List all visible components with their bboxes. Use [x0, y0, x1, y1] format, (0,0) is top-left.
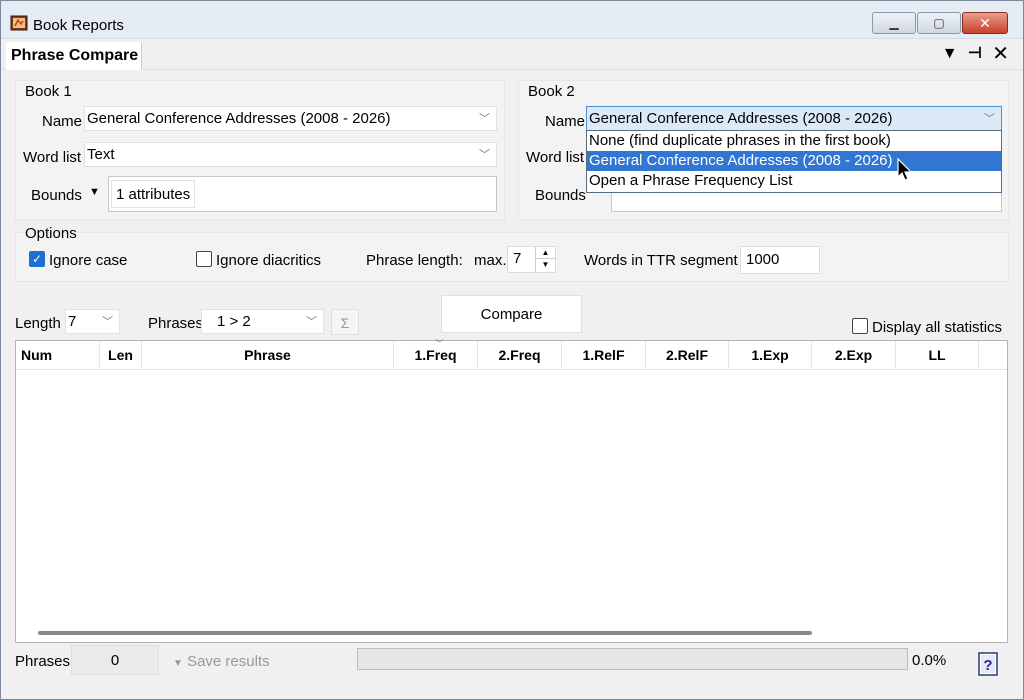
book1-group-label: Book 1: [25, 83, 72, 100]
compare-button[interactable]: Compare: [441, 295, 582, 333]
pin-icon[interactable]: ⊣: [968, 44, 983, 64]
phrases-count: 0: [71, 645, 159, 675]
dropdown-triangle-icon: ▼: [173, 658, 183, 669]
save-results-button[interactable]: ▼ Save results: [173, 653, 270, 670]
max-length-stepper[interactable]: 7 ▲ ▼: [507, 246, 556, 273]
book1-name-value: General Conference Addresses (2008 - 202…: [87, 110, 391, 127]
book2-name-dropdown-list: None (find duplicate phrases in the firs…: [586, 130, 1002, 193]
book1-wordlist-label: Word list: [23, 149, 82, 166]
save-results-label: Save results: [187, 653, 270, 670]
ttr-label: Words in TTR segment: [584, 252, 738, 269]
mouse-cursor-icon: [897, 158, 913, 181]
book1-bounds-box[interactable]: 1 attributes: [108, 176, 497, 212]
book2-name-label: Name: [545, 113, 586, 130]
book2-name-combo[interactable]: General Conference Addresses (2008 - 202…: [586, 106, 1002, 131]
stepper-up-icon[interactable]: ▲: [536, 247, 555, 259]
phrases-combo[interactable]: 1 > 2 ﹀: [201, 309, 324, 334]
help-icon[interactable]: ?: [977, 651, 999, 677]
book1-wordlist-value: Text: [87, 146, 115, 163]
display-all-checkbox[interactable]: [852, 318, 868, 334]
book1-name-label: Name: [42, 113, 83, 130]
tab-phrase-compare[interactable]: Phrase Compare: [6, 42, 143, 70]
chevron-down-icon: ﹀: [306, 316, 317, 328]
sum-button[interactable]: Σ: [331, 309, 359, 335]
col-2-relf[interactable]: 2.RelF: [646, 341, 729, 370]
length-combo[interactable]: 7 ﹀: [65, 309, 120, 334]
sort-indicator-icon: ﹀: [435, 339, 444, 348]
chevron-down-icon: ﹀: [984, 113, 995, 125]
maximize-button[interactable]: ▢: [917, 12, 961, 34]
length-label: Length: [15, 315, 61, 332]
phrases-count-label: Phrases:: [15, 653, 75, 670]
svg-text:?: ?: [983, 657, 992, 674]
ignore-case-label: Ignore case: [49, 252, 128, 269]
book1-bounds-label: Bounds: [31, 187, 82, 204]
max-length-value: 7: [513, 250, 522, 267]
progress-percent: 0.0%: [912, 652, 947, 669]
length-value: 7: [68, 313, 77, 330]
bounds-chip[interactable]: 1 attributes: [111, 180, 196, 208]
ignore-diacritics-label: Ignore diacritics: [216, 252, 322, 269]
book2-bounds-label: Bounds: [535, 187, 586, 204]
col-num[interactable]: Num: [16, 341, 100, 370]
display-all-label: Display all statistics: [872, 319, 1003, 336]
book1-name-combo[interactable]: General Conference Addresses (2008 - 202…: [84, 106, 497, 131]
minimize-button[interactable]: ▁: [872, 12, 916, 34]
close-window-button[interactable]: ✕: [962, 12, 1008, 34]
dropdown-option-general-conference[interactable]: General Conference Addresses (2008 - 202…: [587, 151, 1001, 171]
close-tab-icon[interactable]: ✕: [992, 44, 1009, 64]
results-table[interactable]: Num Len Phrase ﹀ 1.Freq 2.Freq 1.RelF 2.…: [15, 339, 1008, 643]
dropdown-option-none[interactable]: None (find duplicate phrases in the firs…: [587, 131, 1001, 151]
col-ll[interactable]: LL: [896, 341, 979, 370]
title-bar[interactable]: Book Reports ▁ ▢ ✕: [1, 1, 1023, 39]
col-1-relf[interactable]: 1.RelF: [562, 341, 646, 370]
chevron-down-icon: ﹀: [102, 316, 113, 328]
chevron-down-icon: ﹀: [479, 149, 490, 161]
phrase-length-label: Phrase length:: [366, 252, 463, 269]
horizontal-scrollbar[interactable]: [38, 631, 812, 635]
book-app-icon: [10, 15, 28, 31]
book1-wordlist-combo[interactable]: Text ﹀: [84, 142, 497, 167]
dropdown-option-open-list[interactable]: Open a Phrase Frequency List: [587, 171, 1001, 191]
phrases-label: Phrases: [148, 315, 204, 332]
book2-name-value: General Conference Addresses (2008 - 202…: [589, 110, 893, 127]
book2-wordlist-label: Word list: [526, 149, 585, 166]
col-2-freq[interactable]: 2.Freq: [478, 341, 562, 370]
col-phrase[interactable]: Phrase: [142, 341, 394, 370]
window-controls: ▁ ▢ ✕: [872, 12, 1008, 34]
tab-tools: ▼ ⊣ ✕: [942, 44, 1009, 64]
table-header: Num Len Phrase ﹀ 1.Freq 2.Freq 1.RelF 2.…: [16, 339, 1007, 370]
col-1-exp[interactable]: 1.Exp: [729, 341, 812, 370]
progress-bar: [357, 648, 908, 670]
ignore-diacritics-checkbox[interactable]: [196, 251, 212, 267]
phrases-value: 1 > 2: [217, 313, 251, 330]
tab-menu-icon[interactable]: ▼: [942, 44, 958, 64]
ignore-case-checkbox[interactable]: ✓: [29, 251, 45, 267]
bounds-dropdown-icon[interactable]: ▼: [89, 186, 100, 198]
window-title: Book Reports: [33, 17, 124, 34]
tab-strip: Phrase Compare ▼ ⊣ ✕: [1, 40, 1023, 70]
book2-group-label: Book 2: [528, 83, 575, 100]
stepper-down-icon[interactable]: ▼: [536, 259, 555, 271]
col-2-exp[interactable]: 2.Exp: [812, 341, 896, 370]
col-len[interactable]: Len: [100, 341, 142, 370]
options-group-label: Options: [25, 225, 77, 242]
stepper-buttons: ▲ ▼: [535, 247, 555, 272]
ttr-input[interactable]: 1000: [740, 246, 820, 274]
max-label: max.: [474, 252, 507, 269]
chevron-down-icon: ﹀: [479, 113, 490, 125]
col-1-freq[interactable]: ﹀ 1.Freq: [394, 339, 478, 370]
